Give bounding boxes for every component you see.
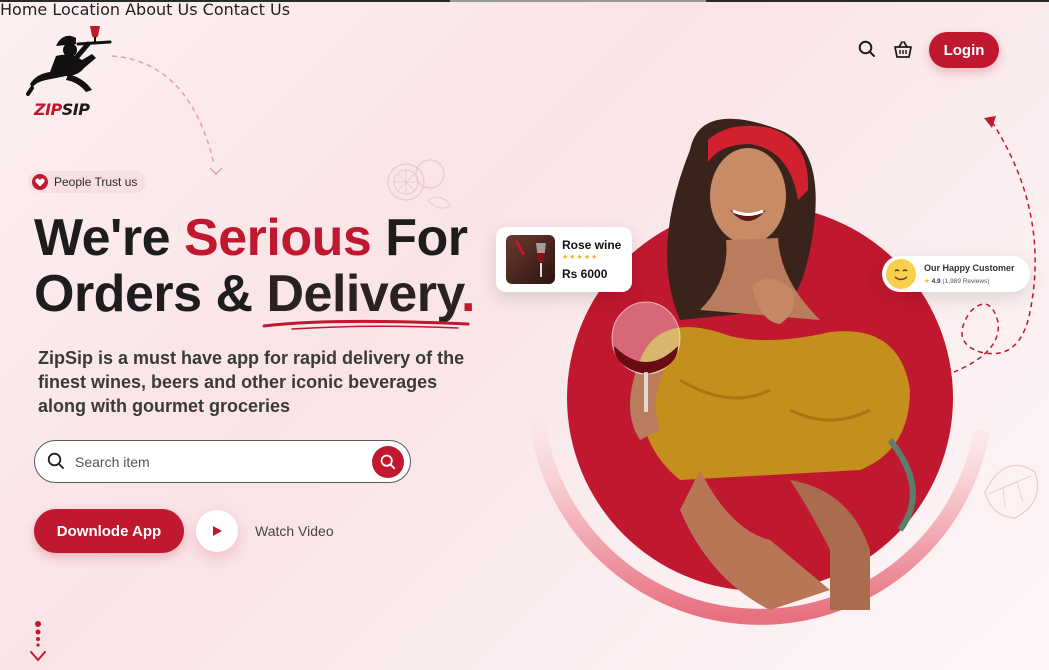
trust-badge-label: People Trust us <box>54 175 138 189</box>
review-title: Our Happy Customer <box>924 263 1015 273</box>
citrus-outline-decoration <box>387 159 451 209</box>
scroll-down-icon[interactable] <box>28 620 48 664</box>
dashed-arrow-decoration <box>111 55 223 176</box>
window-top-bar <box>0 0 1049 2</box>
review-rating: ★ 4.9 (1,989 Reviews) <box>924 277 989 285</box>
search-icon[interactable] <box>857 39 877 59</box>
nav-contact-us[interactable]: Contact Us <box>203 0 290 19</box>
product-rating-stars: ★★★★★ <box>562 253 599 261</box>
play-icon <box>213 526 222 536</box>
review-count: (1,989 Reviews) <box>942 278 990 285</box>
play-video-button[interactable] <box>196 510 238 552</box>
headline-dot: . <box>461 265 475 323</box>
brand-wordmark: ZIPSIP <box>34 100 90 119</box>
rating-value: 4.9 <box>931 278 941 285</box>
delivery-man-logo-icon <box>26 26 112 96</box>
headline-text: For <box>371 209 468 267</box>
product-name: Rose wine <box>562 238 622 252</box>
login-button[interactable]: Login <box>929 32 999 68</box>
hero-model-illustration <box>530 118 990 625</box>
basket-icon[interactable] <box>892 39 914 61</box>
heart-icon <box>32 174 48 190</box>
product-card[interactable]: Rose wine ★★★★★ Rs 6000 <box>496 227 632 292</box>
nav-about-us[interactable]: About Us <box>125 0 197 19</box>
watch-video-link[interactable]: Watch Video <box>255 523 334 539</box>
nav-location[interactable]: Location <box>52 0 120 19</box>
wine-thumbnail <box>506 235 555 284</box>
headline-highlight-delivery: Delivery <box>266 265 461 323</box>
nav-home[interactable]: Home <box>0 0 47 19</box>
product-price: Rs 6000 <box>562 267 608 281</box>
hero-headline: We're Serious For Orders & Delivery. <box>34 209 475 330</box>
smiley-face-icon <box>886 259 916 289</box>
headline-text: Orders & <box>34 265 267 323</box>
customer-review-card: Our Happy Customer ★ 4.9 (1,989 Reviews) <box>882 256 1030 292</box>
star-icon: ★ <box>924 278 930 285</box>
search-bar[interactable] <box>34 440 411 483</box>
search-submit-button[interactable] <box>372 446 404 478</box>
search-input[interactable] <box>75 449 355 475</box>
search-icon <box>47 452 65 474</box>
zipsip-logo[interactable]: ZIPSIP <box>26 22 116 122</box>
headline-text: We're <box>34 209 185 267</box>
scroll-indicator <box>450 0 706 2</box>
hero-description: ZipSip is a must have app for rapid deli… <box>38 348 465 416</box>
download-app-button[interactable]: Downlode App <box>34 509 184 553</box>
search-icon <box>380 454 396 470</box>
trust-badge: People Trust us <box>28 171 147 193</box>
main-nav: Home Location About Us Contact Us <box>0 0 1049 19</box>
brush-underline-decoration <box>262 319 470 330</box>
headline-highlight: Serious <box>184 209 372 267</box>
